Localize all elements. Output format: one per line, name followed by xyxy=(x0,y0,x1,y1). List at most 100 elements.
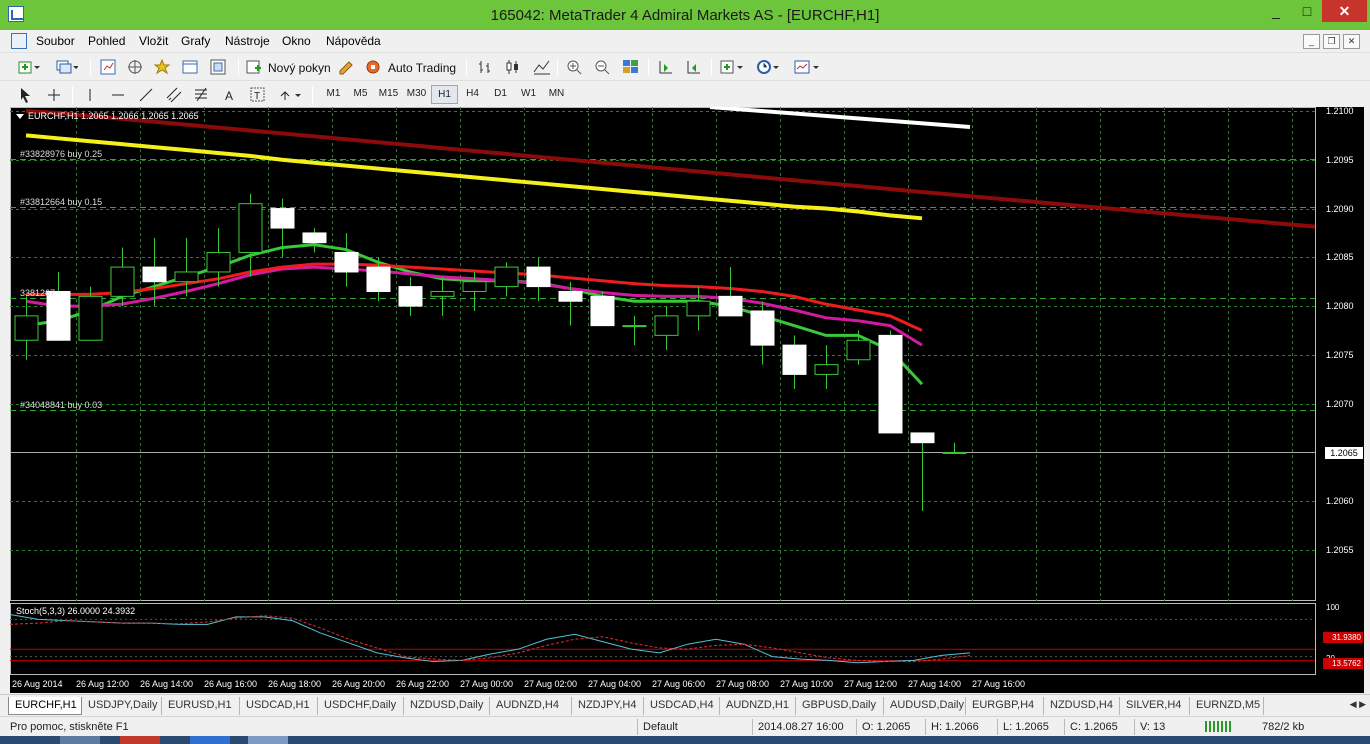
os-taskbar xyxy=(0,736,1370,744)
order-label[interactable]: #33828976 buy 0.25 xyxy=(20,149,102,159)
chart-window[interactable]: EURCHF,H1 1.2065 1.2066 1.2065 1.2065 1.… xyxy=(10,105,1364,693)
time-tick: 26 Aug 12:00 xyxy=(76,679,130,689)
menu-soubor[interactable]: Soubor xyxy=(36,34,75,48)
timeframe-m1[interactable]: M1 xyxy=(320,85,347,104)
taskbar-chrome-icon[interactable] xyxy=(120,736,160,744)
order-label[interactable]: 3381267 xyxy=(20,288,55,298)
mdi-restore-button[interactable]: ❐ xyxy=(1323,34,1340,49)
strategy-tester-icon[interactable] xyxy=(208,57,230,77)
timeframe-m15[interactable]: M15 xyxy=(375,85,402,104)
timeframe-h4[interactable]: H4 xyxy=(459,85,486,104)
mdi-window-controls: _ ❐ ✕ xyxy=(1300,33,1360,49)
minimize-button[interactable]: _ xyxy=(1262,0,1290,22)
tab-scroll-icon[interactable]: ◀ ▶ xyxy=(1350,699,1366,710)
candlestick-icon[interactable] xyxy=(503,57,525,77)
autoscroll-icon[interactable] xyxy=(683,57,705,77)
price-tick: 1.2100 xyxy=(1326,105,1354,116)
taskbar-explorer-icon[interactable] xyxy=(60,736,100,744)
chart-tab[interactable]: AUDUSD,Daily xyxy=(884,697,966,715)
line-chart-icon[interactable] xyxy=(531,57,553,77)
chart-tab[interactable]: EURNZD,M5 xyxy=(1190,697,1264,715)
chart-tab[interactable]: USDJPY,Daily xyxy=(82,697,162,715)
new-order-label[interactable]: Nový pokyn xyxy=(268,61,331,75)
price-chart[interactable] xyxy=(10,107,1364,601)
price-tick: 1.2055 xyxy=(1326,544,1354,555)
menu-pohled[interactable]: Pohled xyxy=(88,34,125,48)
taskbar-word-icon[interactable] xyxy=(248,736,288,744)
chart-tab[interactable]: EURCHF,H1 xyxy=(8,697,82,715)
close-button[interactable]: ✕ xyxy=(1322,0,1367,22)
chart-window-icon[interactable] xyxy=(11,33,27,49)
chart-tab[interactable]: NZDJPY,H4 xyxy=(572,697,644,715)
timeframe-m30[interactable]: M30 xyxy=(403,85,430,104)
timeframe-w1[interactable]: W1 xyxy=(515,85,542,104)
chart-tab[interactable]: AUDNZD,H4 xyxy=(490,697,572,715)
menu-grafy[interactable]: Grafy xyxy=(181,34,210,48)
zoom-in-icon[interactable] xyxy=(564,57,586,77)
svg-text:A: A xyxy=(225,89,233,103)
chart-tab[interactable]: USDCHF,Daily xyxy=(318,697,404,715)
navigator-icon[interactable] xyxy=(125,57,147,77)
chart-tab[interactable]: SILVER,H4 xyxy=(1120,697,1190,715)
equidistant-channel-icon[interactable] xyxy=(164,85,186,105)
timeframe-m5[interactable]: M5 xyxy=(347,85,374,104)
chart-tab[interactable]: USDCAD,H4 xyxy=(644,697,720,715)
text-label-icon[interactable]: T xyxy=(248,85,270,105)
profiles-icon[interactable] xyxy=(54,57,78,77)
chart-shift-icon[interactable] xyxy=(655,57,677,77)
horizontal-line-icon[interactable] xyxy=(108,85,130,105)
chart-tab[interactable]: AUDNZD,H1 xyxy=(720,697,796,715)
mdi-minimize-button[interactable]: _ xyxy=(1303,34,1320,49)
new-chart-icon[interactable] xyxy=(16,57,40,77)
cursor-icon[interactable] xyxy=(16,85,38,105)
menu-okno[interactable]: Okno xyxy=(282,34,311,48)
templates-icon[interactable] xyxy=(792,57,819,77)
tile-windows-icon[interactable] xyxy=(620,57,642,77)
trendline-icon[interactable] xyxy=(136,85,158,105)
chart-tab[interactable]: USDCAD,H1 xyxy=(240,697,318,715)
order-label[interactable]: #33812664 buy 0.15 xyxy=(20,197,102,207)
stochastic-subwindow[interactable] xyxy=(10,603,1364,675)
maximize-button[interactable]: □ xyxy=(1293,0,1321,22)
time-tick: 27 Aug 14:00 xyxy=(908,679,962,689)
order-label[interactable]: #34048841 buy 0.03 xyxy=(20,400,102,410)
stochastic-label: Stoch(5,3,3) 26.0000 24.3932 xyxy=(16,606,136,616)
chart-tab[interactable]: EURGBP,H4 xyxy=(966,697,1044,715)
auto-trading-icon[interactable] xyxy=(363,57,385,77)
status-datetime: 2014.08.27 16:00 xyxy=(758,721,844,733)
menu-nastroje[interactable]: Nástroje xyxy=(225,34,270,48)
chart-tab[interactable]: NZDUSD,H4 xyxy=(1044,697,1120,715)
terminal-icon[interactable] xyxy=(180,57,202,77)
menu-napoveda[interactable]: Nápověda xyxy=(326,34,381,48)
timeframe-mn[interactable]: MN xyxy=(543,85,570,104)
svg-text:T: T xyxy=(254,91,260,102)
timeframe-h1[interactable]: H1 xyxy=(431,85,458,104)
standard-toolbar: Nový pokyn Auto Trading 5 xyxy=(0,52,1370,127)
bar-chart-icon[interactable] xyxy=(475,57,497,77)
menu-vlozit[interactable]: Vložit xyxy=(139,34,168,48)
menu-bar: Soubor Pohled Vložit Grafy Nástroje Okno… xyxy=(0,30,1370,52)
crosshair-icon[interactable] xyxy=(44,85,66,105)
timeframe-d1[interactable]: D1 xyxy=(487,85,514,104)
metaeditor-icon[interactable] xyxy=(336,57,358,77)
text-icon[interactable]: A xyxy=(220,85,242,105)
chart-tab[interactable]: NZDUSD,Daily xyxy=(404,697,490,715)
mdi-close-button[interactable]: ✕ xyxy=(1343,34,1360,49)
arrows-icon[interactable] xyxy=(276,85,301,105)
chart-tab[interactable]: GBPUSD,Daily xyxy=(796,697,884,715)
new-order-icon[interactable] xyxy=(244,57,266,77)
periods-icon[interactable] xyxy=(754,57,779,77)
connection-icon[interactable] xyxy=(1205,721,1231,732)
auto-trading-label[interactable]: Auto Trading xyxy=(388,61,456,75)
indicators-icon[interactable] xyxy=(718,57,743,77)
taskbar-app-icon[interactable] xyxy=(190,736,230,744)
zoom-out-icon[interactable] xyxy=(592,57,614,77)
favorites-icon[interactable] xyxy=(152,57,174,77)
fibonacci-icon[interactable] xyxy=(192,85,214,105)
chart-info-arrow-icon[interactable] xyxy=(16,114,24,119)
market-watch-icon[interactable] xyxy=(98,57,120,77)
symbol-info: EURCHF,H1 1.2065 1.2066 1.2065 1.2065 xyxy=(28,111,199,121)
vertical-line-icon[interactable] xyxy=(80,85,102,105)
chart-tab[interactable]: EURUSD,H1 xyxy=(162,697,240,715)
candle-body xyxy=(334,251,359,273)
